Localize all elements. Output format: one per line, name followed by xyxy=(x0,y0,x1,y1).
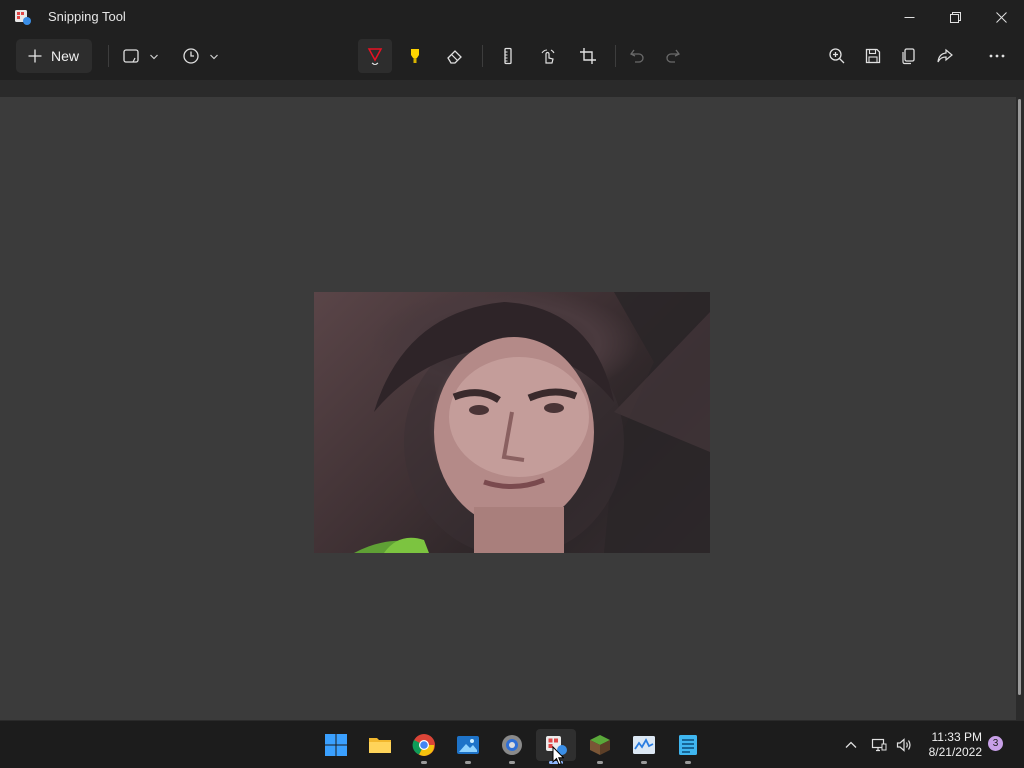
volume-button[interactable] xyxy=(893,733,915,757)
chevron-up-icon xyxy=(845,741,857,748)
show-hidden-icons-button[interactable] xyxy=(840,733,862,757)
minimize-icon xyxy=(904,16,914,18)
notification-badge[interactable]: 3 xyxy=(988,736,1003,751)
toolbar: New xyxy=(0,34,1024,80)
redo-icon xyxy=(666,49,680,63)
redo-button[interactable] xyxy=(656,39,690,73)
chevron-down-icon[interactable] xyxy=(149,52,159,62)
running-indicator xyxy=(465,761,471,764)
touch-writing-button[interactable] xyxy=(531,39,565,73)
snip-mode-button[interactable] xyxy=(114,39,148,73)
scrollbar-thumb[interactable] xyxy=(1018,99,1021,695)
ballpoint-pen-button[interactable] xyxy=(358,39,392,73)
taskbar-minecraft[interactable] xyxy=(580,729,620,764)
eraser-icon xyxy=(447,50,462,64)
taskbar: 11:33 PM 8/21/2022 xyxy=(0,720,1024,768)
network-button[interactable] xyxy=(868,733,890,757)
plus-icon xyxy=(28,49,42,63)
minecraft-icon xyxy=(590,735,610,755)
chrome-icon xyxy=(412,734,435,756)
delay-button[interactable] xyxy=(174,39,208,73)
running-indicator xyxy=(641,761,647,764)
zoom-button[interactable] xyxy=(820,39,854,73)
running-indicator xyxy=(509,761,515,764)
save-icon xyxy=(865,48,881,64)
zoom-icon xyxy=(829,48,845,64)
new-snip-button[interactable]: New xyxy=(16,39,92,73)
chevron-down-icon[interactable] xyxy=(209,52,219,62)
toolbar-divider xyxy=(108,45,109,67)
toolbar-divider xyxy=(482,45,483,67)
start-icon xyxy=(325,734,347,756)
crop-icon xyxy=(580,48,596,64)
captured-snip-image[interactable] xyxy=(314,292,710,553)
toolbar-divider xyxy=(615,45,616,67)
save-button[interactable] xyxy=(856,39,890,73)
network-icon xyxy=(871,738,887,752)
rectangle-snip-icon xyxy=(123,49,139,63)
close-button[interactable] xyxy=(978,0,1024,34)
more-options-button[interactable] xyxy=(980,39,1014,73)
taskbar-clock[interactable]: 11:33 PM 8/21/2022 xyxy=(920,730,982,760)
minimize-button[interactable] xyxy=(886,0,932,34)
crop-button[interactable] xyxy=(571,39,605,73)
clock-icon xyxy=(183,48,199,64)
taskbar-task-manager[interactable] xyxy=(624,729,664,764)
snipping-tool-app-icon xyxy=(15,10,31,25)
taskbar-photos[interactable] xyxy=(448,729,488,764)
copy-button[interactable] xyxy=(892,39,926,73)
undo-button[interactable] xyxy=(620,39,654,73)
ruler-button[interactable] xyxy=(491,39,525,73)
restore-icon xyxy=(949,11,961,23)
more-icon xyxy=(989,54,1005,58)
close-icon xyxy=(995,11,1007,23)
ruler-icon xyxy=(504,47,512,65)
mouse-cursor-icon xyxy=(552,746,564,766)
portrait-image xyxy=(354,292,710,553)
task-manager-icon xyxy=(633,736,655,754)
restore-button[interactable] xyxy=(932,0,978,34)
touch-writing-icon xyxy=(541,49,555,64)
start-button[interactable] xyxy=(316,729,356,761)
share-icon xyxy=(937,48,953,63)
highlighter-icon xyxy=(411,49,419,63)
file-explorer-icon xyxy=(369,738,391,753)
undo-icon xyxy=(630,49,644,63)
settings-icon xyxy=(502,735,522,755)
running-indicator xyxy=(421,761,427,764)
running-indicator xyxy=(597,761,603,764)
title-bar: Snipping Tool xyxy=(0,0,1024,34)
taskbar-file-explorer[interactable] xyxy=(360,729,400,761)
ballpoint-pen-icon xyxy=(367,48,383,65)
highlighter-button[interactable] xyxy=(398,39,432,73)
share-button[interactable] xyxy=(928,39,962,73)
taskbar-settings[interactable] xyxy=(492,729,532,764)
volume-icon xyxy=(896,738,911,752)
photos-icon xyxy=(457,736,479,754)
taskbar-notepad[interactable] xyxy=(668,729,708,764)
clock-time: 11:33 PM xyxy=(931,730,982,744)
clock-date: 8/21/2022 xyxy=(928,745,982,759)
new-button-label: New xyxy=(51,48,80,64)
window-title: Snipping Tool xyxy=(48,9,126,24)
notepad-icon xyxy=(679,735,697,755)
canvas-top-band xyxy=(0,80,1024,97)
copy-icon xyxy=(902,48,915,65)
vertical-scrollbar[interactable] xyxy=(1016,97,1024,720)
eraser-button[interactable] xyxy=(438,39,472,73)
running-indicator xyxy=(685,761,691,764)
taskbar-chrome[interactable] xyxy=(404,729,444,764)
